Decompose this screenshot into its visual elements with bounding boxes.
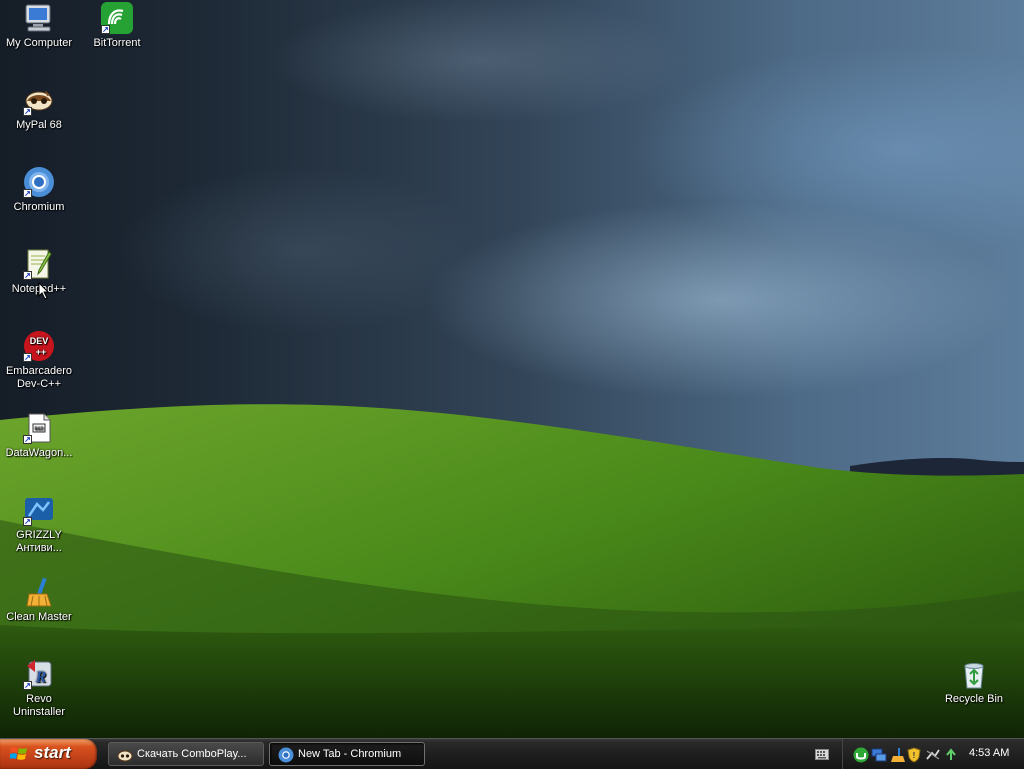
clean-master-icon[interactable] — [890, 747, 906, 763]
connection-icon[interactable] — [925, 747, 941, 763]
start-button[interactable]: start — [0, 739, 97, 769]
mypal-icon — [117, 750, 133, 762]
keyboard-icon[interactable] — [815, 749, 829, 760]
icon-label: Chromium — [13, 201, 65, 213]
datawagon-desktop-icon[interactable]: B&D ↗ DataWagon... — [1, 412, 77, 460]
icon-label-line2: Антиви... — [16, 542, 62, 554]
icon-label: MyPal 68 — [16, 119, 62, 131]
svg-text:DEV: DEV — [30, 336, 49, 346]
recycle-bin-desktop-icon[interactable]: Recycle Bin — [936, 658, 1012, 706]
my-computer-icon — [25, 4, 51, 32]
svg-text:B&D: B&D — [34, 426, 43, 432]
shortcut-arrow-icon: ↗ — [23, 681, 32, 690]
utorrent-icon[interactable] — [853, 747, 869, 763]
shortcut-arrow-icon: ↗ — [23, 353, 32, 362]
bittorrent-desktop-icon[interactable]: ↗ BitTorrent — [79, 2, 155, 50]
icon-label: Clean Master — [6, 611, 72, 623]
icon-label-line1: Revo — [26, 693, 52, 705]
chromium-desktop-icon[interactable]: ↗ Chromium — [1, 166, 77, 214]
windows-logo-icon — [10, 747, 27, 760]
icon-label: Recycle Bin — [944, 693, 1004, 705]
security-shield-icon[interactable]: ! — [907, 747, 921, 763]
revo-desktop-icon[interactable]: R ↗ Revo Uninstaller — [1, 658, 77, 719]
taskbar-button-chromium[interactable]: New Tab - Chromium — [269, 742, 425, 766]
cleanmaster-desktop-icon[interactable]: Clean Master — [1, 576, 77, 624]
icon-label-line1: Embarcadero — [5, 365, 73, 377]
shortcut-arrow-icon: ↗ — [23, 107, 32, 116]
grizzly-desktop-icon[interactable]: ↗ GRIZZLY Антиви... — [1, 494, 77, 555]
shortcut-arrow-icon: ↗ — [23, 517, 32, 526]
devcpp-desktop-icon[interactable]: DEV ++ ↗ Embarcadero Dev-C++ — [1, 330, 77, 391]
svg-text:R: R — [35, 669, 47, 686]
recycle-tray-icon[interactable] — [943, 747, 959, 763]
taskbar-button-mypal[interactable]: Скачать ComboPlay... — [108, 742, 264, 766]
clean-master-icon — [26, 577, 52, 607]
svg-text:!: ! — [913, 751, 916, 760]
mypal-desktop-icon[interactable]: ↗ MyPal 68 — [1, 84, 77, 132]
my-computer-desktop-icon[interactable]: My Computer — [1, 2, 77, 50]
recycle-bin-icon — [964, 663, 984, 689]
svg-text:++: ++ — [36, 347, 47, 357]
icon-label-line1: GRIZZLY — [16, 529, 62, 541]
task-label: Скачать ComboPlay... — [137, 748, 247, 760]
icon-label-line2: Dev-C++ — [16, 378, 62, 390]
start-label: start — [34, 743, 71, 762]
task-label: New Tab - Chromium — [298, 748, 402, 760]
icon-label-line2: Uninstaller — [13, 706, 65, 718]
wallpaper-hills — [0, 404, 1024, 738]
network-icon[interactable] — [871, 747, 887, 763]
icon-label: BitTorrent — [93, 37, 141, 49]
shortcut-arrow-icon: ↗ — [23, 435, 32, 444]
chromium-icon — [278, 747, 294, 763]
mouse-cursor-icon — [38, 282, 50, 300]
desktop[interactable]: My Computer ↗ BitTorrent ↗ MyPal 68 ↗ Ch… — [0, 0, 1024, 738]
shortcut-arrow-icon: ↗ — [23, 271, 32, 280]
system-tray: ! 4:53 AM — [842, 739, 1024, 769]
clock[interactable]: 4:53 AM — [969, 747, 1009, 759]
shortcut-arrow-icon: ↗ — [101, 25, 110, 34]
taskbar: start Скачать ComboPlay... New Tab - Chr… — [0, 738, 1024, 769]
shortcut-arrow-icon: ↗ — [23, 189, 32, 198]
icon-label: DataWagon... — [5, 447, 73, 459]
icon-label: My Computer — [5, 37, 73, 49]
